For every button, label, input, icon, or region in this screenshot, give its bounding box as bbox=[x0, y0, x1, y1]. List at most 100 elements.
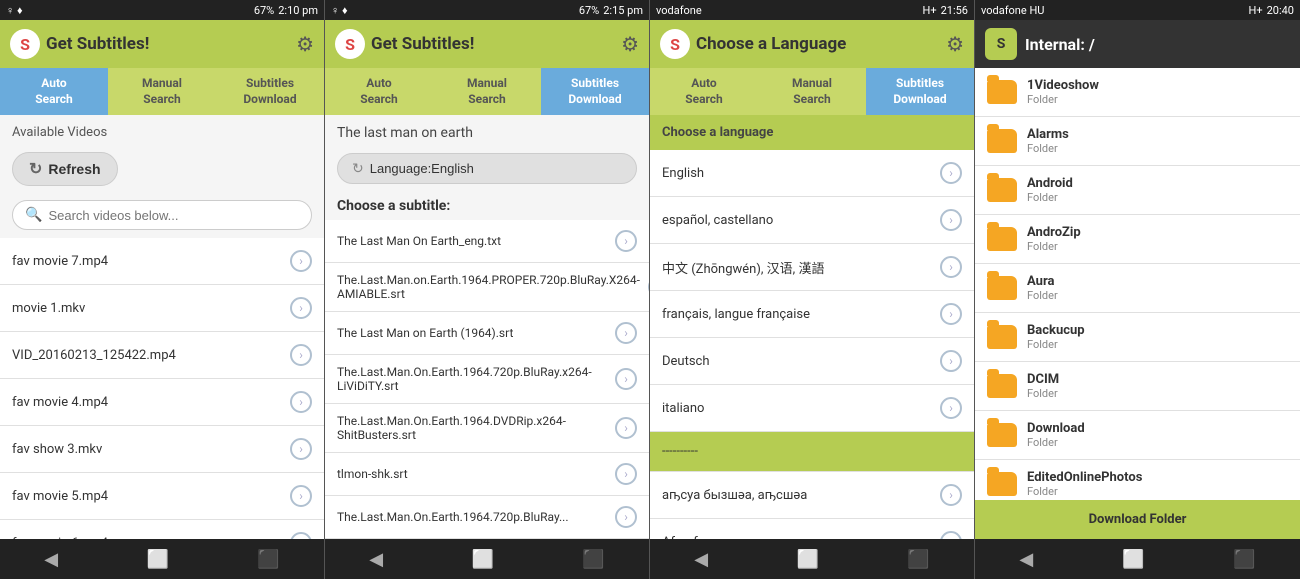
home-button-3[interactable]: ⬜ bbox=[787, 545, 829, 574]
recent-button-1[interactable]: ⬛ bbox=[247, 545, 289, 574]
language-item[interactable]: Afaraf › bbox=[650, 519, 974, 539]
section-label-1: Available Videos bbox=[0, 115, 324, 146]
logo-icon-1: S bbox=[10, 29, 40, 59]
app-header-1: S Get Subtitles! ⚙ bbox=[0, 20, 324, 68]
tab-subtitles-download-3[interactable]: SubtitlesDownload bbox=[866, 68, 974, 115]
recent-button-2[interactable]: ⬛ bbox=[572, 545, 614, 574]
list-item[interactable]: VID_20160213_125422.mp4 › bbox=[0, 332, 324, 379]
tab-subtitles-download-1[interactable]: SubtitlesDownload bbox=[216, 68, 324, 115]
gear-icon-3[interactable]: ⚙ bbox=[946, 32, 964, 56]
list-item[interactable]: Alarms Folder bbox=[975, 117, 1300, 166]
chevron-right-icon: › bbox=[940, 256, 962, 278]
language-item[interactable]: español, castellano › bbox=[650, 197, 974, 244]
status-bar-4: vodafone HU H+ 20:40 bbox=[975, 0, 1300, 20]
list-item[interactable]: DCIM Folder bbox=[975, 362, 1300, 411]
app-header-4: S Internal: / bbox=[975, 20, 1300, 68]
home-button-1[interactable]: ⬜ bbox=[137, 545, 179, 574]
language-name: Deutsch bbox=[662, 354, 710, 369]
back-button-1[interactable]: ◀ bbox=[34, 545, 68, 574]
chevron-right-icon: › bbox=[290, 344, 312, 366]
language-item[interactable]: 中文 (Zhōngwén), 汉语, 漢語 › bbox=[650, 244, 974, 291]
back-button-2[interactable]: ◀ bbox=[359, 545, 393, 574]
language-name: español, castellano bbox=[662, 213, 773, 228]
list-item[interactable]: The.Last.Man.On.Earth.1964.720p.BluRay..… bbox=[325, 496, 649, 539]
folder-name: Aura bbox=[1027, 274, 1058, 289]
tab-manual-search-3[interactable]: ManualSearch bbox=[758, 68, 866, 115]
language-name: аҧсуа бызшәа, аҧсшәа bbox=[662, 488, 807, 503]
content-3: Choose a language English › español, cas… bbox=[650, 115, 974, 539]
tab-manual-search-2[interactable]: ManualSearch bbox=[433, 68, 541, 115]
list-item[interactable]: fav show 3.mkv › bbox=[0, 426, 324, 473]
battery-1: 67% bbox=[254, 4, 274, 17]
list-item[interactable]: Backucup Folder bbox=[975, 313, 1300, 362]
video-name: VID_20160213_125422.mp4 bbox=[12, 348, 176, 363]
app-logo-3: S Choose a Language bbox=[660, 29, 846, 59]
gear-icon-2[interactable]: ⚙ bbox=[621, 32, 639, 56]
list-item[interactable]: Aura Folder bbox=[975, 264, 1300, 313]
bottom-nav-4: ◀ ⬜ ⬛ bbox=[975, 539, 1300, 579]
gear-icon-1[interactable]: ⚙ bbox=[296, 32, 314, 56]
video-name: fav show 3.mkv bbox=[12, 442, 102, 457]
home-button-2[interactable]: ⬜ bbox=[462, 545, 504, 574]
chevron-right-icon: › bbox=[290, 485, 312, 507]
list-item[interactable]: fav movie 4.mp4 › bbox=[0, 379, 324, 426]
download-folder-button[interactable]: Download Folder bbox=[975, 500, 1300, 539]
video-list: fav movie 7.mp4 › movie 1.mkv › VID_2016… bbox=[0, 238, 324, 539]
refresh-button[interactable]: ↻ Refresh bbox=[12, 152, 118, 186]
choose-language-header: Choose a language bbox=[650, 115, 974, 150]
chevron-right-icon: › bbox=[615, 322, 637, 344]
internal-title: Internal: / bbox=[1025, 35, 1095, 54]
list-item[interactable]: tlmon-shk.srt › bbox=[325, 453, 649, 496]
list-item[interactable]: fav movie 7.mp4 › bbox=[0, 238, 324, 285]
list-item[interactable]: Download Folder bbox=[975, 411, 1300, 460]
folder-type: Folder bbox=[1027, 485, 1142, 498]
tab-manual-search-1[interactable]: ManualSearch bbox=[108, 68, 216, 115]
signal-4: H+ bbox=[1249, 4, 1263, 17]
tab-auto-search-1[interactable]: AutoSearch bbox=[0, 68, 108, 115]
list-item[interactable]: The Last Man on Earth (1964).srt › bbox=[325, 312, 649, 355]
folder-type: Folder bbox=[1027, 338, 1085, 351]
status-left-3: vodafone bbox=[656, 4, 702, 17]
list-item[interactable]: The Last Man On Earth_eng.txt › bbox=[325, 220, 649, 263]
language-name: English bbox=[662, 166, 704, 181]
chevron-right-icon: › bbox=[615, 368, 637, 390]
language-item[interactable]: English › bbox=[650, 150, 974, 197]
list-item[interactable]: fav movie 6.mp4 › bbox=[0, 520, 324, 539]
folder-info: AndroZip Folder bbox=[1027, 225, 1081, 253]
tab-auto-search-2[interactable]: AutoSearch bbox=[325, 68, 433, 115]
status-bar-3: vodafone H+ 21:56 bbox=[650, 0, 974, 20]
status-left-1: ♀ ♦ bbox=[6, 4, 23, 17]
search-input[interactable] bbox=[48, 208, 299, 223]
language-item[interactable]: Deutsch › bbox=[650, 338, 974, 385]
language-item[interactable]: аҧсуа бызшәа, аҧсшәа › bbox=[650, 472, 974, 519]
tab-subtitles-download-2[interactable]: SubtitlesDownload bbox=[541, 68, 649, 115]
chevron-right-icon: › bbox=[290, 391, 312, 413]
list-item[interactable]: fav movie 5.mp4 › bbox=[0, 473, 324, 520]
chevron-right-icon: › bbox=[940, 397, 962, 419]
list-item[interactable]: movie 1.mkv › bbox=[0, 285, 324, 332]
language-item[interactable]: italiano › bbox=[650, 385, 974, 432]
list-item[interactable]: The.Last.Man.On.Earth.1964.DVDRip.x264-S… bbox=[325, 404, 649, 453]
recent-button-4[interactable]: ⬛ bbox=[1223, 545, 1265, 574]
tab-auto-search-3[interactable]: AutoSearch bbox=[650, 68, 758, 115]
battery-2: 67% bbox=[579, 4, 599, 17]
language-item[interactable]: français, langue française › bbox=[650, 291, 974, 338]
folder-name: EditedOnlinePhotos bbox=[1027, 470, 1142, 485]
home-button-4[interactable]: ⬜ bbox=[1112, 545, 1154, 574]
status-right-3: H+ 21:56 bbox=[923, 4, 969, 17]
bottom-nav-2: ◀ ⬜ ⬛ bbox=[325, 539, 649, 579]
list-item[interactable]: AndroZip Folder bbox=[975, 215, 1300, 264]
app-logo-2: S Get Subtitles! bbox=[335, 29, 474, 59]
language-button[interactable]: ↻ Language:English bbox=[337, 153, 637, 184]
recent-button-3[interactable]: ⬛ bbox=[897, 545, 939, 574]
list-item[interactable]: EditedOnlinePhotos Folder bbox=[975, 460, 1300, 500]
list-item[interactable]: Android Folder bbox=[975, 166, 1300, 215]
folder-name: Download bbox=[1027, 421, 1085, 436]
content-1: Available Videos ↻ Refresh 🔍 fav movie 7… bbox=[0, 115, 324, 539]
back-button-4[interactable]: ◀ bbox=[1009, 545, 1043, 574]
list-item[interactable]: The.Last.Man.on.Earth.1964.PROPER.720p.B… bbox=[325, 263, 649, 312]
subtitle-name: The.Last.Man.On.Earth.1964.720p.BluRay.x… bbox=[337, 365, 615, 393]
list-item[interactable]: 1Videoshow Folder bbox=[975, 68, 1300, 117]
back-button-3[interactable]: ◀ bbox=[684, 545, 718, 574]
list-item[interactable]: The.Last.Man.On.Earth.1964.720p.BluRay.x… bbox=[325, 355, 649, 404]
